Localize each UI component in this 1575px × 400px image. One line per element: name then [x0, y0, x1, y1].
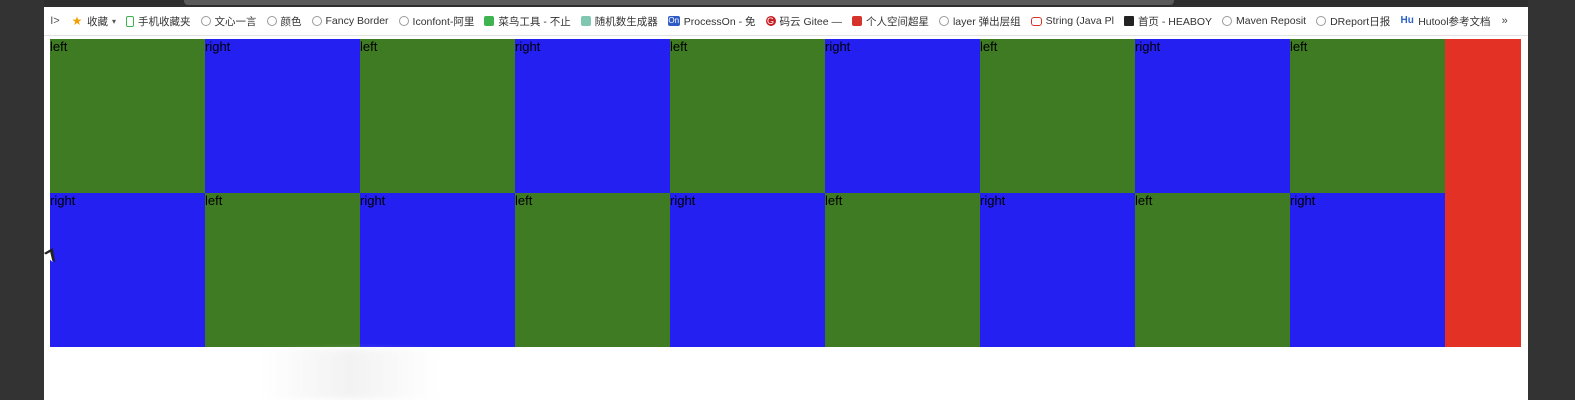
- bookmark-heaboy[interactable]: 首页 - HEABOY: [1119, 10, 1217, 32]
- bookmark-hutool[interactable]: Hu Hutool参考文档: [1395, 10, 1495, 32]
- bookmark-label: layer 弹出层组: [952, 15, 1021, 28]
- float-box-right: right: [980, 193, 1135, 347]
- float-box-right: right: [1135, 39, 1290, 193]
- bookmark-colors[interactable]: 颜色: [262, 10, 307, 32]
- bookmark-label: DReport日报: [1330, 15, 1391, 28]
- bookmark-label: 手机收藏夹: [138, 15, 191, 28]
- bookmark-label: ProcessOn - 免: [683, 15, 756, 28]
- bookmark-processon[interactable]: On ProcessOn - 免: [663, 10, 761, 32]
- bookmark-label: 码云 Gitee —: [779, 15, 842, 28]
- bookmark-layer[interactable]: layer 弹出层组: [934, 10, 1026, 32]
- globe-icon: [200, 16, 211, 26]
- hutool-icon: Hu: [1400, 15, 1414, 26]
- float-box-grid: left right left right left right left right left…: [50, 39, 1521, 347]
- box-label: left: [1290, 39, 1308, 54]
- box-label: right: [1135, 39, 1161, 54]
- float-box-right: right: [515, 39, 670, 193]
- box-label: left: [1135, 193, 1153, 208]
- bookmark-label: 收藏: [87, 15, 108, 28]
- star-icon: ★: [71, 14, 83, 28]
- gitee-icon: G: [765, 16, 776, 26]
- bookmark-wenxin[interactable]: 文心一言: [196, 10, 262, 32]
- bookmark-label: Maven Reposit: [1236, 15, 1307, 27]
- globe-icon: [1316, 16, 1327, 26]
- bookmark-java-string[interactable]: String (Java Pl: [1026, 10, 1119, 32]
- faint-background-artifact: [260, 349, 440, 399]
- float-box-left: left: [980, 39, 1135, 193]
- bookmark-label: String (Java Pl: [1045, 15, 1114, 27]
- bookmark-iconfont[interactable]: Iconfont-阿里: [394, 10, 480, 32]
- box-label: right: [670, 193, 696, 208]
- float-box-right: right: [1290, 193, 1445, 347]
- bookmark-label: 文心一言: [214, 15, 257, 28]
- bookmark-favorites[interactable]: ★ 收藏 ▾: [66, 10, 121, 32]
- bookmark-label: Fancy Border: [325, 15, 389, 27]
- chaoxing-icon: [851, 16, 862, 26]
- bookmark-label: Hutool参考文档: [1418, 15, 1491, 28]
- box-label: right: [360, 193, 386, 208]
- bookmark-runoob[interactable]: 菜鸟工具 - 不止: [479, 10, 575, 32]
- globe-icon: [938, 16, 949, 26]
- bookmark-maven[interactable]: Maven Reposit: [1217, 10, 1311, 32]
- float-box-right: right: [360, 193, 515, 347]
- box-label: right: [825, 39, 851, 54]
- float-box-left: left: [515, 193, 670, 347]
- float-box-left: left: [1290, 39, 1445, 193]
- float-box-right: right: [825, 39, 980, 193]
- box-label: left: [980, 39, 998, 54]
- float-box-left: left: [360, 39, 515, 193]
- bookmark-gitee[interactable]: G 码云 Gitee —: [761, 10, 847, 32]
- bookmark-label: 随机数生成器: [594, 15, 658, 28]
- box-label: right: [50, 193, 76, 208]
- box-label: right: [205, 39, 231, 54]
- float-box-left: left: [205, 193, 360, 347]
- generator-icon: [580, 16, 591, 26]
- box-label: left: [515, 193, 533, 208]
- extra-red-box: [1441, 39, 1521, 347]
- globe-icon: [398, 16, 409, 26]
- float-box-left: left: [50, 39, 205, 193]
- box-label: left: [825, 193, 843, 208]
- bookmarks-bar: I> ★ 收藏 ▾ 手机收藏夹 文心一言 颜色 Fancy Border Ico…: [44, 7, 1528, 36]
- bookmark-label: 个人空间超星: [865, 15, 929, 28]
- globe-icon: [1222, 16, 1233, 26]
- float-box-right: right: [50, 193, 205, 347]
- browser-top-strip: [0, 0, 1575, 7]
- bookmark-mobile-favorites[interactable]: 手机收藏夹: [121, 10, 196, 32]
- box-label: left: [670, 39, 688, 54]
- address-bar[interactable]: [184, 0, 1174, 5]
- globe-icon: [266, 16, 277, 26]
- chevron-down-icon[interactable]: ▾: [112, 17, 116, 26]
- bookmark-label: Iconfont-阿里: [412, 15, 475, 28]
- float-box-left: left: [825, 193, 980, 347]
- runoob-icon: [484, 16, 495, 26]
- bookmarks-overflow-button[interactable]: »: [1496, 15, 1514, 27]
- bookmark-label: 菜鸟工具 - 不止: [498, 15, 571, 28]
- bookmarks-toggle-button[interactable]: I>: [44, 15, 66, 27]
- globe-icon: [311, 16, 322, 26]
- bookmark-label: 颜色: [280, 15, 302, 28]
- float-box-left: left: [670, 39, 825, 193]
- bookmark-random-generator[interactable]: 随机数生成器: [576, 10, 663, 32]
- phone-icon: [126, 15, 135, 27]
- browser-window: I> ★ 收藏 ▾ 手机收藏夹 文心一言 颜色 Fancy Border Ico…: [44, 7, 1528, 400]
- bookmark-chaoxing[interactable]: 个人空间超星: [847, 10, 934, 32]
- desktop-left-edge: [0, 0, 44, 400]
- box-label: left: [360, 39, 378, 54]
- desktop-right-edge: [1528, 0, 1575, 400]
- box-label: right: [515, 39, 541, 54]
- float-box-right: right: [205, 39, 360, 193]
- box-label: left: [50, 39, 68, 54]
- processon-icon: On: [667, 16, 680, 26]
- box-label: left: [205, 193, 223, 208]
- box-label: right: [980, 193, 1006, 208]
- heaboy-icon: [1123, 16, 1134, 26]
- bookmark-dreport[interactable]: DReport日报: [1311, 10, 1395, 32]
- float-box-left: left: [1135, 193, 1290, 347]
- bookmark-fancy-border[interactable]: Fancy Border: [307, 10, 394, 32]
- bookmark-label: 首页 - HEABOY: [1137, 15, 1213, 28]
- java-icon: [1030, 16, 1042, 26]
- float-box-right: right: [670, 193, 825, 347]
- box-label: right: [1290, 193, 1316, 208]
